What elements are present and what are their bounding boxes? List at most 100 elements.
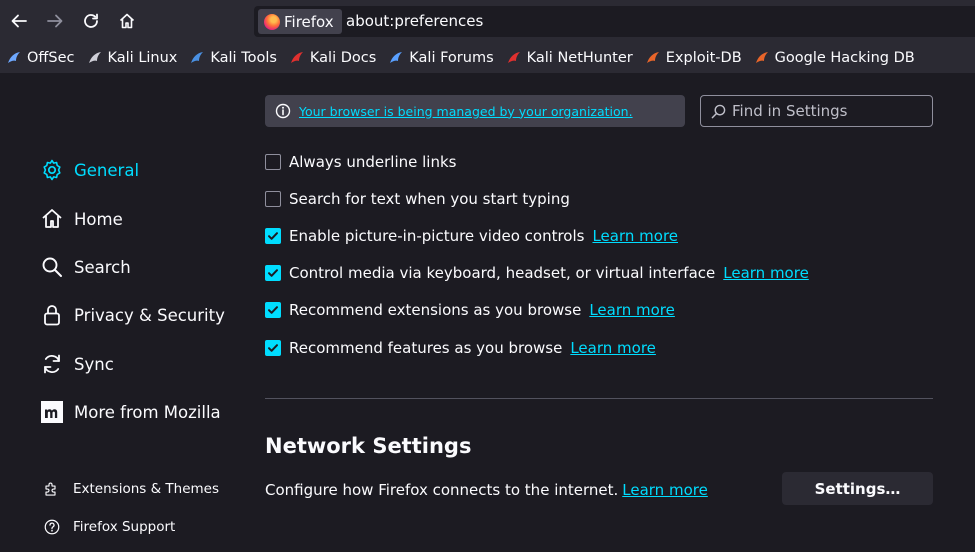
option-label[interactable]: Enable picture-in-picture video controls	[289, 227, 584, 245]
bookmark-label: Kali Docs	[309, 50, 377, 66]
search-placeholder: Find in Settings	[732, 102, 848, 120]
option-row: Enable picture-in-picture video controls…	[265, 227, 678, 245]
footer-link-extensions-themes[interactable]: Extensions & Themes	[43, 480, 219, 498]
network-settings-button[interactable]: Settings…	[782, 472, 933, 505]
bookmark-label: Kali NetHunter	[526, 50, 633, 66]
puzzle-icon	[45, 482, 56, 496]
bookmark-exploit-db[interactable]: Exploit-DB	[645, 50, 742, 66]
home-icon	[119, 13, 135, 29]
option-row: Recommend extensions as you browse Learn …	[265, 301, 675, 319]
bookmark-label: Kali Tools	[210, 50, 277, 66]
bookmark-label: Kali Linux	[107, 50, 178, 66]
network-learn-more-link[interactable]: Learn more	[622, 481, 708, 499]
identity-box[interactable]: Firefox	[258, 9, 342, 34]
network-description: Configure how Firefox connects to the in…	[265, 481, 708, 499]
option-row: Always underline links	[265, 153, 456, 171]
option-label[interactable]: Always underline links	[289, 153, 456, 171]
url-text[interactable]: about:preferences	[346, 12, 483, 30]
option-row: Control media via keyboard, headset, or …	[265, 264, 809, 282]
checkbox-unchecked[interactable]	[265, 154, 281, 170]
bookmark-offsec[interactable]: OffSec	[6, 50, 75, 66]
home-button[interactable]	[114, 8, 140, 34]
category-label: Home	[74, 209, 123, 229]
kali-forums-icon	[388, 50, 404, 66]
checkbox-checked[interactable]	[265, 265, 281, 281]
managed-browser-link[interactable]: Your browser is being managed by your or…	[299, 104, 633, 119]
bookmark-kali-docs[interactable]: Kali Docs	[289, 50, 376, 66]
category-home[interactable]: Home	[40, 207, 123, 231]
category-search[interactable]: Search	[40, 255, 131, 279]
firefox-logo-icon	[264, 13, 280, 30]
footer-link-label: Extensions & Themes	[73, 481, 220, 497]
footer-link-firefox-support[interactable]: Firefox Support	[43, 518, 175, 536]
learn-more-link[interactable]: Learn more	[592, 227, 678, 245]
network-description-text: Configure how Firefox connects to the in…	[265, 481, 619, 499]
arrow-left-icon	[11, 14, 27, 28]
nethunter-icon	[506, 50, 522, 66]
bookmark-label: Exploit-DB	[665, 50, 742, 66]
footer-link-label: Firefox Support	[73, 519, 176, 535]
option-label[interactable]: Search for text when you start typing	[289, 190, 570, 208]
learn-more-link[interactable]: Learn more	[570, 339, 656, 357]
checkmark-icon	[268, 344, 278, 352]
category-sync[interactable]: Sync	[40, 352, 114, 376]
offsec-icon	[6, 50, 22, 66]
option-row: Search for text when you start typing	[265, 190, 570, 208]
home-icon	[42, 209, 62, 228]
reload-button[interactable]	[78, 8, 104, 34]
option-label[interactable]: Recommend features as you browse	[289, 339, 562, 357]
learn-more-link[interactable]: Learn more	[589, 301, 675, 319]
category-label: General	[74, 160, 140, 180]
checkmark-icon	[268, 232, 278, 240]
search-icon	[42, 257, 62, 277]
checkbox-checked[interactable]	[265, 228, 281, 244]
back-button[interactable]	[6, 8, 32, 34]
category-more-from-mozilla[interactable]: More from Mozilla	[40, 400, 221, 424]
bookmark-kali-linux[interactable]: Kali Linux	[87, 50, 178, 66]
search-input[interactable]: Find in Settings	[700, 95, 933, 127]
option-label[interactable]: Recommend extensions as you browse	[289, 301, 581, 319]
network-settings-title: Network Settings	[265, 434, 472, 458]
checkbox-unchecked[interactable]	[265, 191, 281, 207]
bookmark-kali-tools[interactable]: Kali Tools	[189, 50, 277, 66]
bookmark-label: Google Hacking DB	[774, 50, 915, 66]
learn-more-link[interactable]: Learn more	[723, 264, 809, 282]
category-label: Search	[74, 257, 131, 277]
mozilla-icon	[41, 401, 63, 423]
gear-icon	[43, 159, 61, 181]
nav-toolbar: Firefox about:preferences	[0, 0, 975, 43]
bookmark-kali-nethunter[interactable]: Kali NetHunter	[506, 50, 633, 66]
category-label: Sync	[74, 354, 114, 374]
url-bar[interactable]: Firefox about:preferences	[254, 6, 975, 37]
checkmark-icon	[268, 306, 278, 314]
bookmark-google-hacking-db[interactable]: Google Hacking DB	[754, 50, 915, 66]
help-icon	[44, 519, 60, 535]
bookmark-kali-forums[interactable]: Kali Forums	[388, 50, 494, 66]
option-label[interactable]: Control media via keyboard, headset, or …	[289, 264, 715, 282]
kali-tools-icon	[189, 50, 205, 66]
bookmark-label: OffSec	[27, 50, 75, 66]
arrow-right-icon	[47, 14, 63, 28]
sync-icon	[44, 354, 60, 374]
info-icon	[275, 103, 291, 119]
ghdb-icon	[754, 50, 770, 66]
bookmarks-toolbar: OffSec Kali Linux Kali Tools Kali Docs Kali …	[0, 43, 975, 73]
category-label: Privacy & Security	[74, 305, 225, 325]
exploit-db-icon	[645, 50, 661, 66]
forward-button[interactable]	[42, 8, 68, 34]
checkbox-checked[interactable]	[265, 340, 281, 356]
checkmark-icon	[268, 269, 278, 277]
option-row: Recommend features as you browse Learn mo…	[265, 339, 656, 357]
category-privacy-security[interactable]: Privacy & Security	[40, 303, 225, 327]
policies-notice: Your browser is being managed by your or…	[265, 95, 685, 127]
reload-icon	[84, 13, 98, 28]
kali-docs-icon	[289, 50, 305, 66]
kali-dragon-icon	[87, 50, 103, 66]
section-divider	[265, 398, 933, 399]
bookmark-label: Kali Forums	[409, 50, 494, 66]
search-icon	[711, 104, 726, 118]
checkbox-checked[interactable]	[265, 302, 281, 318]
category-general[interactable]: General	[40, 158, 139, 182]
category-label: More from Mozilla	[74, 402, 221, 422]
lock-icon	[44, 305, 60, 326]
